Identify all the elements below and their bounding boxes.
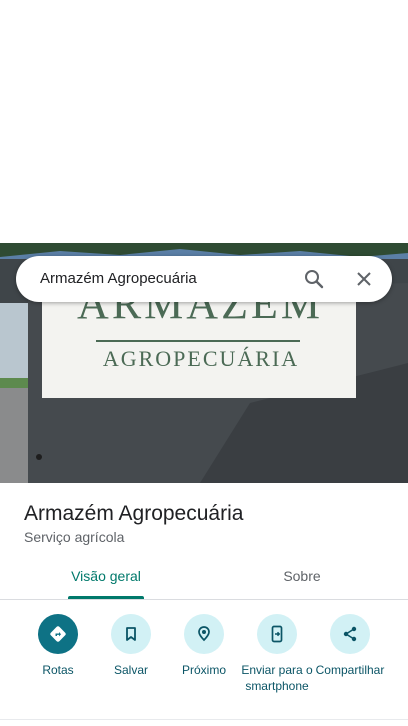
bookmark-icon [111, 614, 151, 654]
nearby-icon [184, 614, 224, 654]
place-name: Armazém Agropecuária [24, 502, 244, 525]
tabs-divider [0, 599, 408, 600]
directions-button[interactable]: Rotas [20, 614, 96, 678]
nearby-label: Próximo [181, 663, 226, 677]
save-label: Salvar [113, 663, 148, 677]
share-label: Compartilhar [315, 663, 385, 677]
directions-icon [38, 614, 78, 654]
tab-about[interactable]: Sobre [252, 568, 352, 600]
save-button[interactable]: Salvar [93, 614, 169, 678]
place-category: Serviço agrícola [24, 529, 125, 545]
close-icon[interactable] [352, 267, 376, 291]
sign-text-line2: AGROPECUÁRIA [102, 346, 300, 371]
directions-label: Rotas [42, 663, 74, 677]
share-icon [330, 614, 370, 654]
send-to-phone-icon [257, 614, 297, 654]
divider [0, 719, 408, 720]
share-button[interactable]: Compartilhar [312, 614, 388, 678]
search-input[interactable]: Armazém Agropecuária [40, 270, 197, 287]
search-bar[interactable]: Armazém Agropecuária [16, 256, 392, 302]
send-to-phone-button[interactable]: Enviar para o smartphone [239, 614, 315, 694]
send-to-phone-label: Enviar para o smartphone [241, 663, 313, 693]
search-icon[interactable] [302, 267, 326, 291]
map-area[interactable] [0, 0, 408, 243]
nearby-button[interactable]: Próximo [166, 614, 242, 678]
